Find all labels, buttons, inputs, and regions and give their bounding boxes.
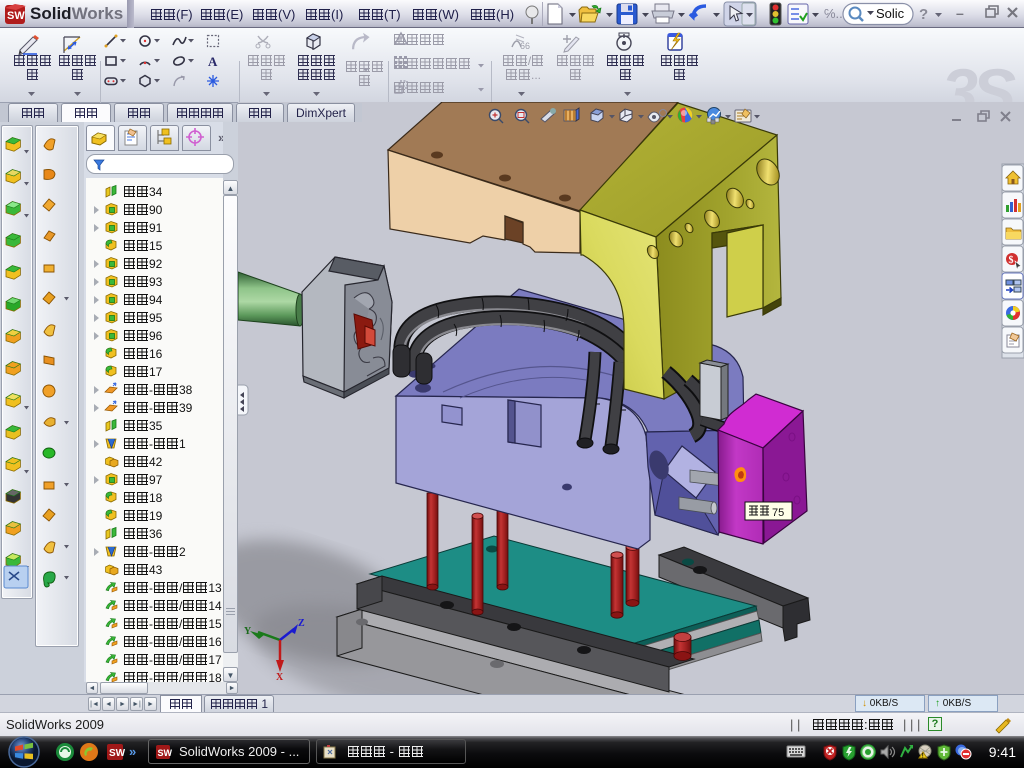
svg-text:SW: SW (109, 748, 126, 759)
svg-text:SW: SW (7, 10, 25, 22)
svg-text:!: ! (922, 754, 924, 760)
svg-text:?: ? (919, 6, 928, 23)
svg-text:$: $ (1009, 255, 1014, 266)
svg-text:»: » (218, 130, 223, 145)
svg-text:Solic: Solic (876, 6, 905, 21)
svg-text:X: X (276, 672, 284, 683)
svg-text:66: 66 (520, 41, 530, 51)
svg-text:75: 75 (772, 507, 784, 519)
svg-text:SW: SW (158, 748, 173, 758)
svg-text:A: A (208, 54, 218, 69)
svg-text:»: » (129, 744, 136, 759)
svg-text:–: – (956, 5, 964, 21)
svg-text:℅..: ℅.. (824, 6, 843, 21)
svg-text:Y: Y (244, 626, 252, 637)
svg-text:Z: Z (298, 618, 305, 629)
